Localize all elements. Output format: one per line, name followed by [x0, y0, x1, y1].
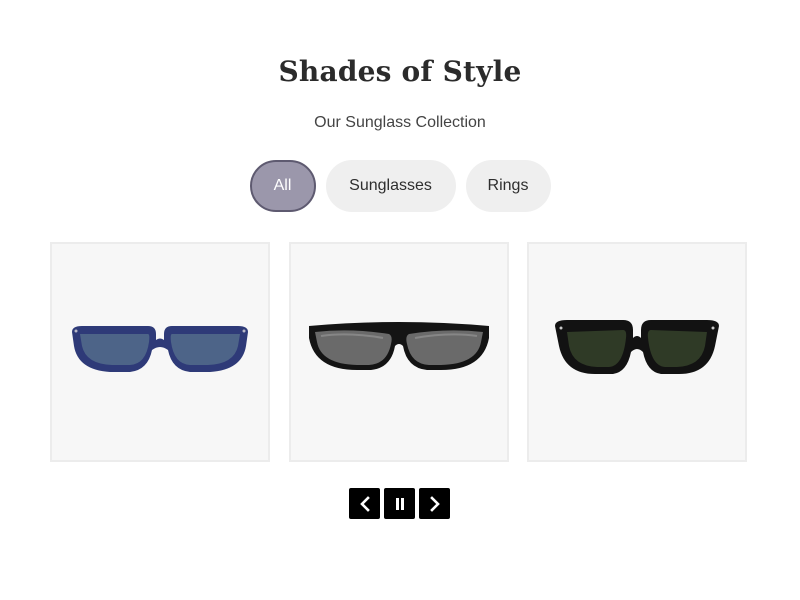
filter-all-button[interactable]: All: [249, 160, 316, 212]
previous-button[interactable]: [349, 488, 380, 519]
filter-rings-button[interactable]: Rings: [465, 160, 551, 212]
next-button[interactable]: [419, 488, 450, 519]
blue-wayfarer-sunglasses-image: [72, 326, 248, 372]
pause-button[interactable]: [384, 488, 415, 519]
black-wrap-sunglasses-image: [309, 322, 489, 370]
page-subtitle: Our Sunglass Collection: [314, 114, 486, 131]
chevron-left-icon: [359, 495, 370, 512]
product-card[interactable]: [289, 242, 509, 462]
pause-icon: [395, 497, 404, 510]
black-wayfarer-green-lens-sunglasses-image: [555, 320, 719, 374]
page: Shades of Style Our Sunglass Collection …: [0, 0, 800, 600]
product-card[interactable]: [50, 242, 270, 462]
page-title: Shades of Style: [278, 55, 522, 88]
product-card[interactable]: [527, 242, 747, 462]
filter-bar: All Sunglasses Rings: [0, 160, 800, 212]
carousel-controls: [349, 488, 450, 519]
filter-sunglasses-button[interactable]: Sunglasses: [325, 160, 456, 212]
chevron-right-icon: [429, 495, 440, 512]
